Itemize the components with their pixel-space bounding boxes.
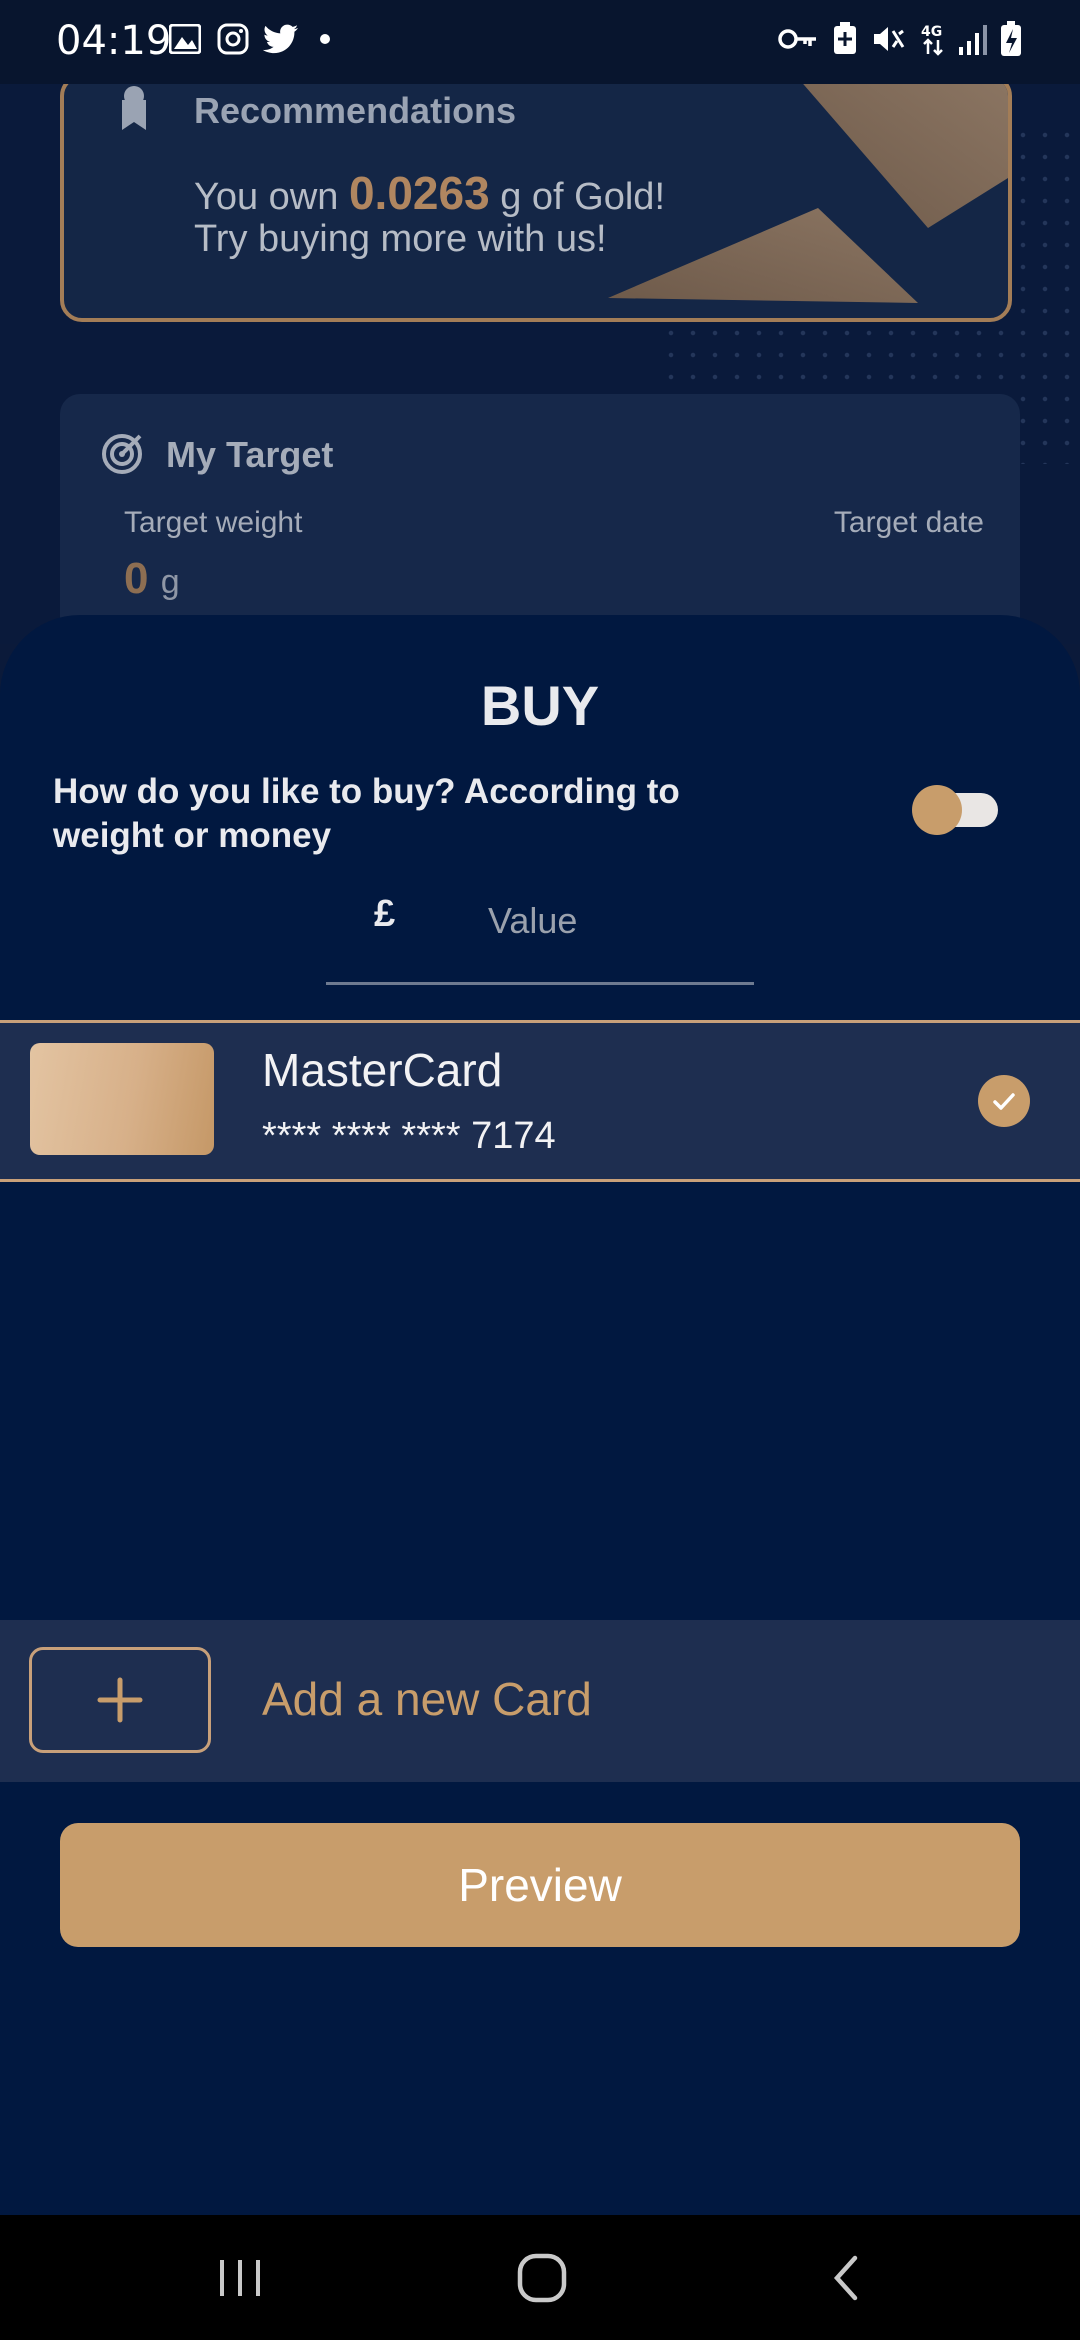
- recommendations-title: Recommendations: [194, 90, 517, 131]
- target-date-label: Target date: [833, 506, 984, 539]
- gold-amount: 0.0263: [348, 167, 490, 219]
- battery-charging-icon: [998, 21, 1024, 56]
- target-weight-value: 0 g: [124, 554, 180, 604]
- target-weight-label: Target weight: [124, 506, 303, 539]
- preview-button[interactable]: Preview: [60, 1823, 1020, 1947]
- system-nav-bar: [0, 2215, 1080, 2340]
- currency-symbol: £: [374, 893, 396, 935]
- value-input[interactable]: [486, 895, 740, 947]
- card-number: **** **** **** 7174: [262, 1115, 556, 1157]
- twitter-icon: [262, 22, 300, 56]
- buy-mode-question: How do you like to buy? According to wei…: [53, 772, 680, 855]
- payment-card-item[interactable]: MasterCard **** **** **** 7174: [0, 1020, 1080, 1182]
- home-background: Recommendations You own 0.0263 g of Gold…: [0, 84, 1080, 644]
- image-icon: [168, 22, 202, 56]
- add-card-row[interactable]: Add a new Card: [0, 1620, 1080, 1782]
- my-target-title: My Target: [166, 434, 334, 475]
- target-weight-unit: g: [160, 563, 180, 601]
- back-icon[interactable]: [810, 2215, 880, 2340]
- sheet-title: BUY: [480, 674, 600, 737]
- recommendations-cta-text: Try buying more with us!: [194, 218, 607, 260]
- add-card-button[interactable]: [29, 1647, 211, 1753]
- buy-bottom-sheet: BUY How do you like to buy? According to…: [0, 615, 1080, 2215]
- status-time: 04:19: [56, 18, 172, 64]
- ribbon-icon: [116, 86, 152, 132]
- status-bar: 04:19 4G: [0, 0, 1080, 84]
- target-icon: [100, 432, 144, 476]
- signal-icon: [958, 22, 988, 56]
- owned-prefix: You own: [194, 176, 339, 218]
- add-card-label[interactable]: Add a new Card: [262, 1672, 592, 1726]
- weight-money-toggle[interactable]: [912, 785, 1000, 835]
- svg-text:4G: 4G: [921, 24, 942, 40]
- card-thumbnail: [30, 1043, 214, 1155]
- plus-icon: [97, 1677, 143, 1723]
- mute-icon: [870, 22, 906, 56]
- card-name: MasterCard: [262, 1044, 503, 1096]
- network-4g-icon: 4G: [920, 22, 948, 56]
- dot-icon: [318, 22, 332, 56]
- gold-bars-illustration: [608, 84, 1008, 303]
- recommendations-card[interactable]: Recommendations You own 0.0263 g of Gold…: [60, 84, 1012, 322]
- key-icon: [778, 22, 818, 56]
- my-target-card[interactable]: My Target Target weight Target date 0 g: [60, 394, 1020, 644]
- toggle-knob: [912, 785, 962, 835]
- instagram-icon: [216, 22, 250, 56]
- battery-saver-icon: [830, 22, 860, 56]
- check-icon: [978, 1075, 1030, 1127]
- value-input-underline: [326, 982, 754, 985]
- home-icon[interactable]: [500, 2215, 584, 2340]
- target-weight-number: 0: [124, 554, 149, 603]
- recents-icon[interactable]: [200, 2215, 280, 2340]
